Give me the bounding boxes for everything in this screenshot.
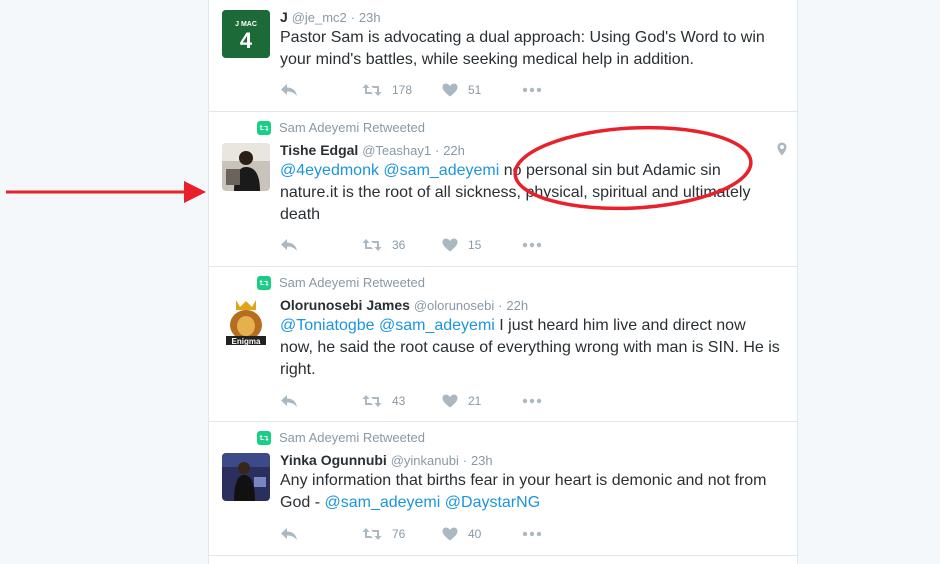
like-count: 40 bbox=[468, 527, 482, 541]
author-name[interactable]: Tishe Edgal bbox=[280, 142, 358, 158]
reply-button[interactable] bbox=[280, 83, 362, 97]
tweet-text: Pastor Sam is advocating a dual approach… bbox=[280, 29, 765, 68]
author-handle[interactable]: @yinkanubi bbox=[391, 453, 459, 468]
retweet-context-icon bbox=[257, 430, 271, 445]
tweet-item[interactable]: J MAC 4 J @je_mc2 · 23h Pastor Sam is ad… bbox=[209, 0, 797, 112]
reply-button[interactable] bbox=[280, 527, 362, 541]
author-name[interactable]: J bbox=[280, 9, 288, 25]
retweet-count: 76 bbox=[392, 527, 406, 541]
avatar-jersey-number: 4 bbox=[240, 28, 253, 53]
annotation-arrow bbox=[6, 181, 206, 203]
avatar[interactable]: Enigma bbox=[222, 298, 270, 346]
like-count: 15 bbox=[468, 238, 482, 252]
retweet-icon bbox=[362, 239, 382, 251]
more-icon bbox=[522, 242, 542, 248]
more-button[interactable] bbox=[522, 87, 542, 93]
retweet-context: Sam Adeyemi Retweeted bbox=[257, 120, 425, 135]
retweet-context-icon bbox=[257, 275, 271, 290]
retweet-button[interactable]: 43 bbox=[362, 394, 442, 408]
tweet-actions: 76 40 bbox=[280, 524, 542, 544]
author-handle[interactable]: @olorunosebi bbox=[414, 298, 494, 313]
retweeted-by[interactable]: Sam Adeyemi Retweeted bbox=[279, 430, 425, 445]
retweet-context: Sam Adeyemi Retweeted bbox=[257, 430, 425, 445]
avatar-jersey-text: J MAC bbox=[235, 21, 257, 28]
author-handle[interactable]: @je_mc2 bbox=[292, 10, 347, 25]
retweet-context-icon bbox=[257, 120, 271, 135]
avatar-caption: Enigma bbox=[232, 337, 261, 346]
heart-icon bbox=[442, 238, 458, 252]
tweet-header: Olorunosebi James @olorunosebi · 22h bbox=[280, 297, 529, 313]
tweet-item[interactable]: Sam Adeyemi Retweeted Tishe Edgal @Teash… bbox=[209, 111, 797, 267]
more-icon bbox=[522, 398, 542, 404]
reply-icon bbox=[281, 239, 297, 251]
retweet-button[interactable]: 36 bbox=[362, 238, 442, 252]
retweeted-by[interactable]: Sam Adeyemi Retweeted bbox=[279, 120, 425, 135]
like-button[interactable]: 51 bbox=[442, 83, 522, 97]
avatar[interactable] bbox=[222, 453, 270, 501]
mention-link[interactable]: @sam_adeyemi bbox=[324, 494, 440, 511]
avatar[interactable] bbox=[222, 143, 270, 191]
retweet-button[interactable]: 76 bbox=[362, 527, 442, 541]
heart-icon bbox=[442, 394, 458, 408]
like-button[interactable]: 15 bbox=[442, 238, 522, 252]
location-pin-icon[interactable] bbox=[777, 142, 787, 161]
like-button[interactable]: 40 bbox=[442, 527, 522, 541]
mention-link[interactable]: @Toniatogbe bbox=[280, 317, 375, 334]
like-count: 51 bbox=[468, 83, 482, 97]
tweet-header: Tishe Edgal @Teashay1 · 22h bbox=[280, 142, 465, 158]
reply-button[interactable] bbox=[280, 238, 362, 252]
mention-link[interactable]: @4eyedmonk bbox=[280, 162, 379, 179]
tweet-actions: 178 51 bbox=[280, 80, 542, 100]
tweet-time[interactable]: 22h bbox=[443, 143, 465, 158]
retweet-button[interactable]: 178 bbox=[362, 83, 442, 97]
tweet-item[interactable]: Sam Adeyemi Retweeted Yinka Ogunnubi @yi… bbox=[209, 421, 797, 556]
tweet-header: Yinka Ogunnubi @yinkanubi · 23h bbox=[280, 452, 493, 468]
tweet-actions: 43 21 bbox=[280, 391, 542, 411]
like-button[interactable]: 21 bbox=[442, 394, 522, 408]
mention-link[interactable]: @sam_adeyemi bbox=[379, 317, 495, 334]
tweet-text: @Toniatogbe @sam_adeyemi I just heard hi… bbox=[280, 315, 780, 381]
heart-icon bbox=[442, 527, 458, 541]
retweet-count: 36 bbox=[392, 238, 406, 252]
retweet-icon bbox=[362, 395, 382, 407]
retweet-icon bbox=[362, 528, 382, 540]
tweet-item[interactable]: Sam Adeyemi Retweeted Enigma Olorunosebi… bbox=[209, 266, 797, 422]
tweet-text: @4eyedmonk @sam_adeyemi no personal sin … bbox=[280, 160, 780, 226]
like-count: 21 bbox=[468, 394, 482, 408]
heart-icon bbox=[442, 83, 458, 97]
more-button[interactable] bbox=[522, 531, 542, 537]
retweet-context: Sam Adeyemi Retweeted bbox=[257, 275, 425, 290]
author-name[interactable]: Yinka Ogunnubi bbox=[280, 452, 387, 468]
retweet-count: 43 bbox=[392, 394, 406, 408]
mention-link[interactable]: @sam_adeyemi bbox=[383, 162, 499, 179]
tweet-time[interactable]: 22h bbox=[506, 298, 528, 313]
reply-icon bbox=[281, 528, 297, 540]
retweeted-by[interactable]: Sam Adeyemi Retweeted bbox=[279, 275, 425, 290]
more-icon bbox=[522, 87, 542, 93]
author-name[interactable]: Olorunosebi James bbox=[280, 297, 410, 313]
more-icon bbox=[522, 531, 542, 537]
more-button[interactable] bbox=[522, 242, 542, 248]
mention-link[interactable]: @DaystarNG bbox=[445, 494, 540, 511]
reply-icon bbox=[281, 395, 297, 407]
more-button[interactable] bbox=[522, 398, 542, 404]
reply-button[interactable] bbox=[280, 394, 362, 408]
timeline: J MAC 4 J @je_mc2 · 23h Pastor Sam is ad… bbox=[208, 0, 798, 564]
retweet-count: 178 bbox=[392, 83, 413, 97]
tweet-time[interactable]: 23h bbox=[471, 453, 493, 468]
tweet-text: Any information that births fear in your… bbox=[280, 470, 780, 514]
tweet-header: J @je_mc2 · 23h bbox=[280, 9, 381, 25]
tweet-actions: 36 15 bbox=[280, 235, 542, 255]
reply-icon bbox=[281, 84, 297, 96]
tweet-time[interactable]: 23h bbox=[359, 10, 381, 25]
retweet-icon bbox=[362, 84, 382, 96]
avatar[interactable]: J MAC 4 bbox=[222, 10, 270, 58]
author-handle[interactable]: @Teashay1 bbox=[362, 143, 431, 158]
